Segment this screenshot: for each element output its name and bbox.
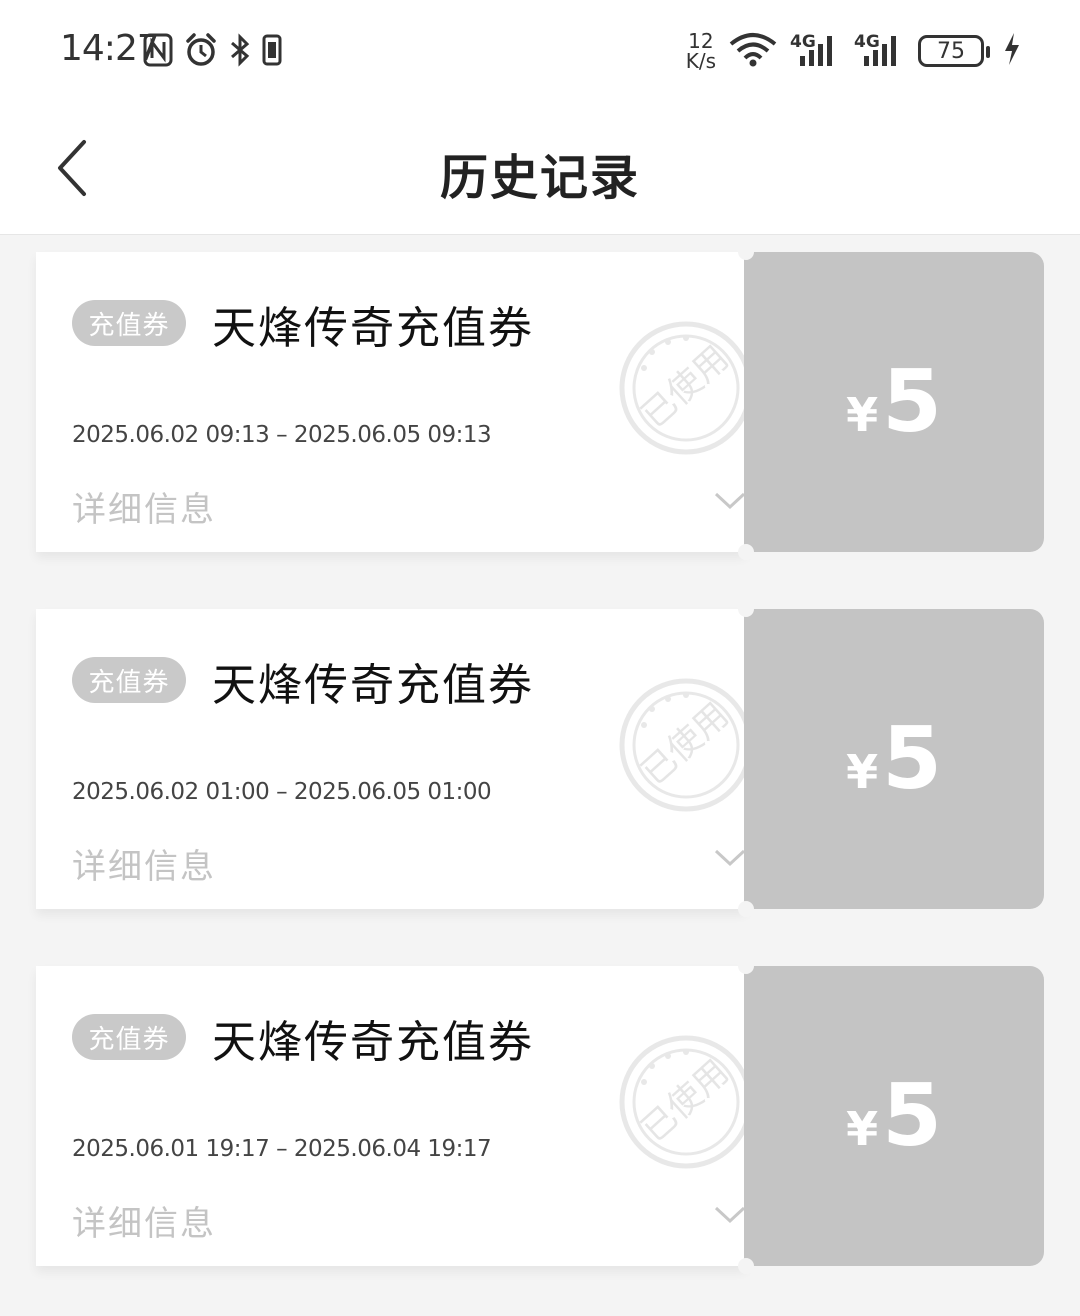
vibrate-icon bbox=[261, 33, 283, 71]
coupon-title: 天烽传奇充值券 bbox=[212, 1017, 534, 1068]
page-title: 历史记录 bbox=[439, 150, 640, 206]
used-stamp-icon: 已使用 bbox=[619, 321, 753, 455]
charging-icon bbox=[1002, 31, 1022, 71]
battery-icon: 75 bbox=[918, 35, 990, 67]
chevron-down-icon[interactable] bbox=[712, 1202, 748, 1226]
coupon-amount: ¥ 5 bbox=[846, 716, 942, 802]
ticket-notch bbox=[738, 601, 754, 617]
coupon-info: 充值券 天烽传奇充值券 已使用 2025.06.02 09:13 – 2025.… bbox=[36, 252, 753, 552]
ticket-notch bbox=[738, 958, 754, 974]
header-bar: 历史记录 bbox=[0, 100, 1080, 235]
battery-level: 75 bbox=[937, 38, 965, 64]
coupon-card[interactable]: 充值券 天烽传奇充值券 已使用 2025.06.02 09:13 – 2025.… bbox=[36, 244, 1044, 560]
detail-toggle[interactable]: 详细信息 bbox=[72, 482, 216, 531]
used-stamp-icon: 已使用 bbox=[619, 678, 753, 812]
coupon-amount-panel: ¥ 5 bbox=[744, 252, 1044, 552]
coupon-amount-panel: ¥ 5 bbox=[744, 609, 1044, 909]
wifi-icon bbox=[728, 30, 778, 72]
ticket-notch bbox=[738, 1258, 754, 1274]
coupon-type-badge: 充值券 bbox=[72, 657, 186, 703]
ticket-notch bbox=[738, 901, 754, 917]
currency-symbol: ¥ bbox=[846, 388, 879, 442]
coupon-title: 天烽传奇充值券 bbox=[212, 303, 534, 354]
used-stamp-icon: 已使用 bbox=[619, 1035, 753, 1169]
bluetooth-icon bbox=[229, 33, 251, 71]
detail-toggle[interactable]: 详细信息 bbox=[72, 1196, 216, 1245]
coupon-validity: 2025.06.02 01:00 – 2025.06.05 01:00 bbox=[72, 779, 492, 805]
status-left-icons bbox=[143, 32, 283, 72]
coupon-type-badge: 充值券 bbox=[72, 1014, 186, 1060]
chevron-down-icon[interactable] bbox=[712, 488, 748, 512]
cell-signal-icon: 4G bbox=[790, 32, 842, 70]
currency-symbol: ¥ bbox=[846, 1102, 879, 1156]
chevron-down-icon[interactable] bbox=[712, 845, 748, 869]
coupon-amount-panel: ¥ 5 bbox=[744, 966, 1044, 1266]
coupon-card[interactable]: 充值券 天烽传奇充值券 已使用 2025.06.01 19:17 – 2025.… bbox=[36, 958, 1044, 1274]
coupon-validity: 2025.06.02 09:13 – 2025.06.05 09:13 bbox=[72, 422, 492, 448]
coupon-amount: ¥ 5 bbox=[846, 359, 942, 445]
currency-symbol: ¥ bbox=[846, 745, 879, 799]
amount-value: 5 bbox=[882, 709, 942, 809]
net-speed: 12 K/s bbox=[686, 31, 716, 71]
status-bar: 14:27 12 K/s 4G 4G 75 bbox=[0, 0, 1080, 100]
amount-value: 5 bbox=[882, 352, 942, 452]
coupon-title: 天烽传奇充值券 bbox=[212, 660, 534, 711]
amount-value: 5 bbox=[882, 1066, 942, 1166]
coupon-info: 充值券 天烽传奇充值券 已使用 2025.06.01 19:17 – 2025.… bbox=[36, 966, 753, 1266]
ticket-notch bbox=[738, 244, 754, 260]
coupon-amount: ¥ 5 bbox=[846, 1073, 942, 1159]
coupon-type-badge: 充值券 bbox=[72, 300, 186, 346]
cell-signal-icon: 4G bbox=[854, 32, 906, 70]
nfc-icon bbox=[143, 33, 173, 71]
detail-toggle[interactable]: 详细信息 bbox=[72, 839, 216, 888]
alarm-icon bbox=[183, 32, 219, 72]
coupon-info: 充值券 天烽传奇充值券 已使用 2025.06.02 01:00 – 2025.… bbox=[36, 609, 753, 909]
net-speed-unit: K/s bbox=[685, 49, 716, 73]
net-speed-value: 12 bbox=[688, 29, 714, 53]
coupon-card[interactable]: 充值券 天烽传奇充值券 已使用 2025.06.02 01:00 – 2025.… bbox=[36, 601, 1044, 917]
coupon-validity: 2025.06.01 19:17 – 2025.06.04 19:17 bbox=[72, 1136, 492, 1162]
ticket-notch bbox=[738, 544, 754, 560]
status-right-icons: 12 K/s 4G 4G 75 bbox=[686, 30, 1022, 72]
